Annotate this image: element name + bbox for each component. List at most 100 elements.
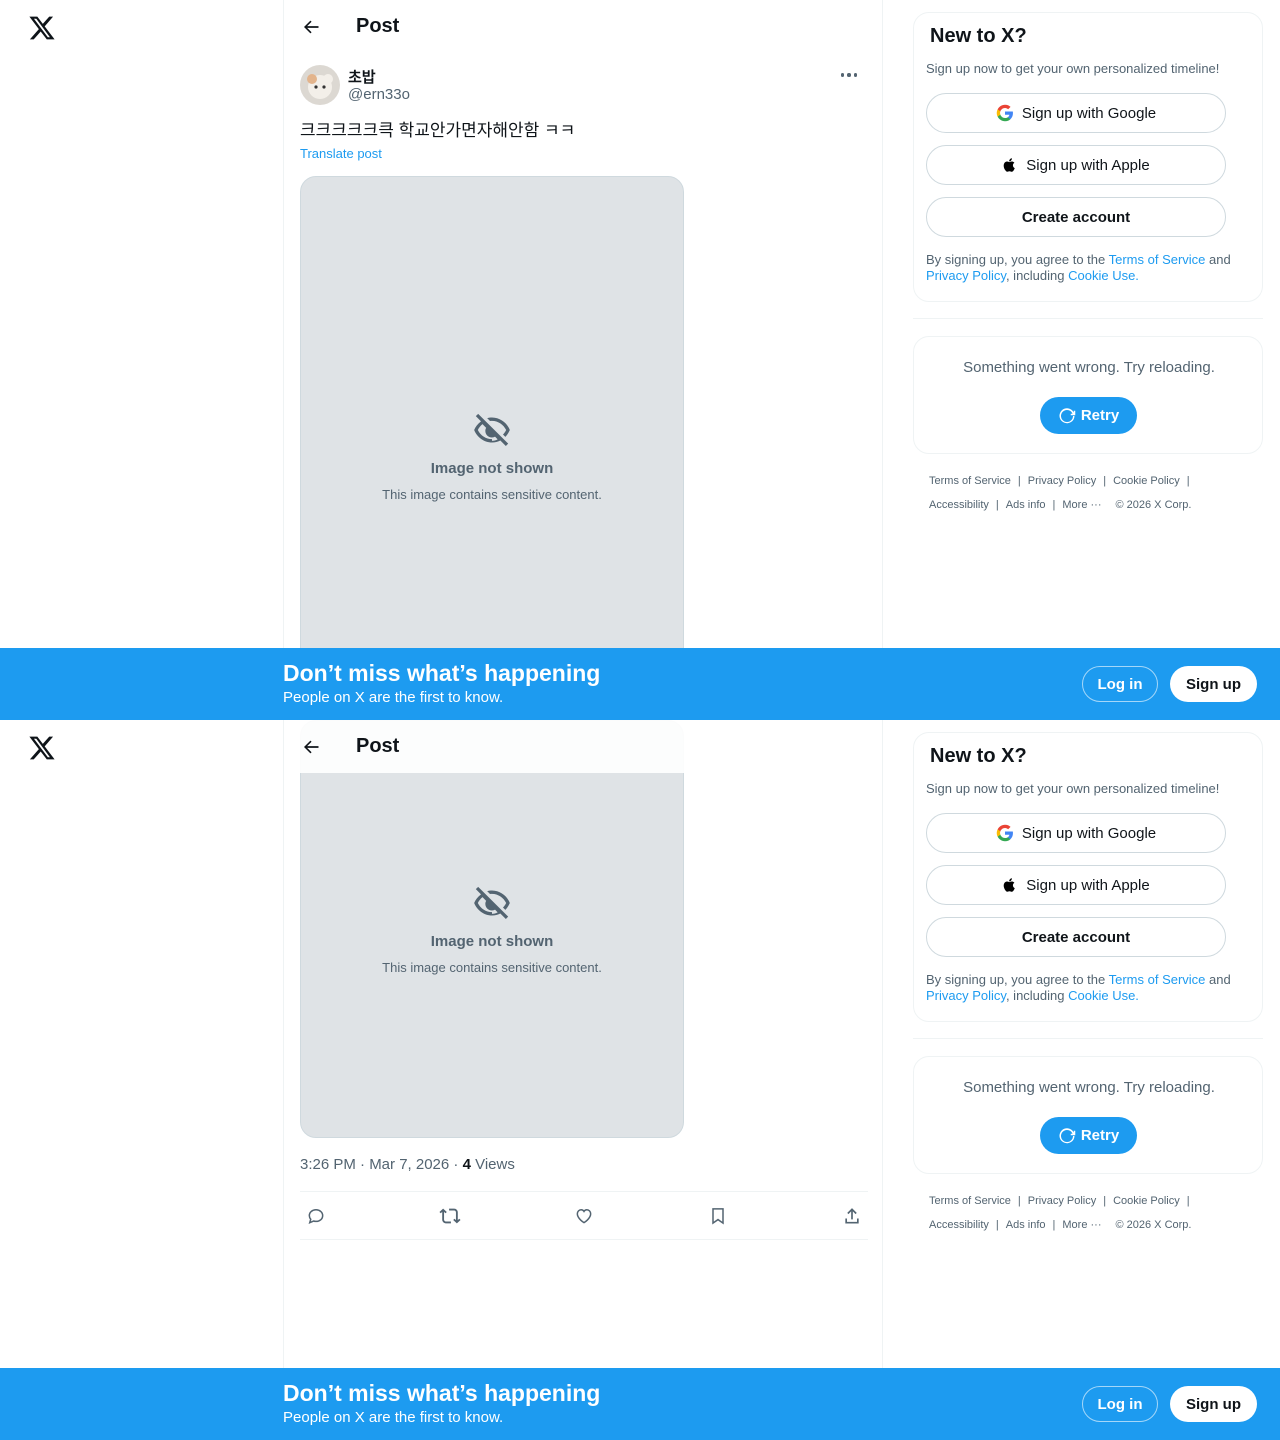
footer-copyright: © 2026 X Corp.	[1115, 1219, 1192, 1231]
signup-card: New to X? Sign up now to get your own pe…	[913, 732, 1263, 1022]
privacy-link[interactable]: Privacy Policy	[926, 988, 1006, 1003]
post-media-placeholder: Image not shown This image contains sens…	[300, 176, 684, 720]
footer-ads-link[interactable]: Ads info	[1006, 1219, 1046, 1231]
media-notice: Image not shown	[430, 933, 554, 950]
refresh-icon	[1059, 407, 1076, 423]
google-icon	[996, 104, 1013, 122]
page-title: Post	[356, 735, 400, 757]
banner-title: Don’t miss what’s happening	[283, 660, 601, 686]
footer-terms-link[interactable]: Terms of Service	[929, 475, 1011, 487]
create-account-button[interactable]: Create account	[926, 917, 1226, 957]
signup-apple-label: Sign up with Apple	[1026, 156, 1150, 174]
sidebar-divider	[913, 318, 1263, 319]
translate-post-link[interactable]: Translate post	[300, 146, 382, 161]
signup-apple-button[interactable]: Sign up with Apple	[926, 145, 1226, 185]
post-header: Post	[284, 720, 882, 773]
post-timestamp: 3:26 PM · Mar 7, 2026 · 4 Views	[300, 1156, 515, 1173]
share-icon	[845, 1207, 859, 1223]
banner-subtitle: People on X are the first to know.	[283, 1409, 504, 1426]
signup-title: New to X?	[930, 25, 1027, 47]
terms-link[interactable]: Terms of Service	[1109, 972, 1206, 987]
footer-links: Terms of Service | Privacy Policy | Cookie…	[929, 475, 1192, 511]
create-account-button[interactable]: Create account	[926, 197, 1226, 237]
signup-google-button[interactable]: Sign up with Google	[926, 813, 1226, 853]
retry-label: Retry	[1080, 1127, 1120, 1144]
media-notice-sub: This image contains sensitive content.	[382, 487, 602, 502]
arrow-left-icon	[304, 20, 319, 33]
arrow-left-icon	[304, 740, 319, 753]
signup-google-label: Sign up with Google	[1021, 824, 1157, 842]
reply-button[interactable]	[304, 1204, 328, 1228]
footer-ads-link[interactable]: Ads info	[1006, 499, 1046, 511]
author-display-name[interactable]: 초밥	[348, 66, 376, 87]
retry-label: Retry	[1080, 407, 1120, 424]
error-message: Something went wrong. Try reloading.	[963, 359, 1215, 376]
signup-apple-label: Sign up with Apple	[1026, 876, 1150, 894]
footer-more-link[interactable]: More ···	[1062, 499, 1101, 511]
login-banner: Don’t miss what’s happening People on X …	[0, 648, 1280, 720]
back-button[interactable]	[293, 729, 329, 765]
bookmark-icon	[712, 1207, 724, 1225]
media-notice: Image not shown	[430, 460, 554, 477]
signup-button[interactable]: Sign up	[1170, 666, 1257, 702]
footer-terms-link[interactable]: Terms of Service	[929, 1195, 1011, 1207]
signup-button[interactable]: Sign up	[1170, 1386, 1257, 1422]
signup-card: New to X? Sign up now to get your own pe…	[913, 12, 1263, 302]
signup-google-label: Sign up with Google	[1021, 104, 1157, 122]
signup-subtitle: Sign up now to get your own personalized…	[926, 781, 1220, 796]
banner-title: Don’t miss what’s happening	[283, 1380, 601, 1406]
signup-apple-button[interactable]: Sign up with Apple	[926, 865, 1226, 905]
cookie-link[interactable]: Cookie Use.	[1068, 988, 1139, 1003]
google-icon	[996, 824, 1013, 842]
login-button[interactable]: Log in	[1082, 1386, 1158, 1422]
banner-subtitle: People on X are the first to know.	[283, 689, 504, 706]
primary-column: Post 초밥 @ern33o 크크크크크큭 학교안가면자해안함 ㅋㅋ Tran…	[283, 0, 883, 720]
login-button[interactable]: Log in	[1082, 666, 1158, 702]
retry-button[interactable]: Retry	[1040, 1117, 1137, 1154]
error-card: Something went wrong. Try reloading. Ret…	[913, 1056, 1263, 1174]
error-card: Something went wrong. Try reloading. Ret…	[913, 336, 1263, 454]
refresh-icon	[1059, 1127, 1076, 1143]
signup-legal-text: By signing up, you agree to the Terms of…	[926, 252, 1231, 283]
reply-icon	[308, 1208, 324, 1224]
apple-icon	[1003, 878, 1016, 892]
footer-links: Terms of Service | Privacy Policy | Cookie…	[929, 1195, 1192, 1231]
views-count: 4	[462, 1156, 471, 1173]
retry-button[interactable]: Retry	[1040, 397, 1137, 434]
login-banner: Don’t miss what’s happening People on X …	[0, 1368, 1280, 1440]
bookmark-button[interactable]	[706, 1204, 730, 1228]
like-button[interactable]	[572, 1204, 596, 1228]
viewport-bottom: Post Image not shown This image contains…	[0, 720, 1280, 1440]
cookie-link[interactable]: Cookie Use.	[1068, 268, 1139, 283]
heart-icon	[576, 1208, 592, 1224]
signup-title: New to X?	[930, 745, 1027, 767]
post-text: 크크크크크큭 학교안가면자해안함 ㅋㅋ	[300, 121, 576, 140]
eye-slash-icon	[474, 886, 510, 919]
signup-legal-text: By signing up, you agree to the Terms of…	[926, 972, 1231, 1003]
eye-slash-icon	[474, 413, 510, 446]
x-logo-icon[interactable]	[28, 14, 56, 42]
signup-subtitle: Sign up now to get your own personalized…	[926, 61, 1220, 76]
footer-privacy-link[interactable]: Privacy Policy	[1028, 475, 1096, 487]
footer-accessibility-link[interactable]: Accessibility	[929, 1219, 989, 1231]
signup-google-button[interactable]: Sign up with Google	[926, 93, 1226, 133]
footer-copyright: © 2026 X Corp.	[1115, 499, 1192, 511]
repost-button[interactable]	[438, 1204, 462, 1228]
post-actions	[300, 1191, 868, 1240]
footer-more-link[interactable]: More ···	[1062, 1219, 1101, 1231]
privacy-link[interactable]: Privacy Policy	[926, 268, 1006, 283]
footer-cookie-link[interactable]: Cookie Policy	[1113, 1195, 1180, 1207]
share-button[interactable]	[840, 1204, 864, 1228]
viewport-top: Post 초밥 @ern33o 크크크크크큭 학교안가면자해안함 ㅋㅋ Tran…	[0, 0, 1280, 720]
more-options-button[interactable]	[832, 65, 866, 85]
author-handle[interactable]: @ern33o	[348, 86, 410, 103]
terms-link[interactable]: Terms of Service	[1109, 252, 1206, 267]
footer-accessibility-link[interactable]: Accessibility	[929, 499, 989, 511]
footer-privacy-link[interactable]: Privacy Policy	[1028, 1195, 1096, 1207]
avatar[interactable]	[300, 65, 340, 105]
back-button[interactable]	[293, 9, 329, 45]
footer-cookie-link[interactable]: Cookie Policy	[1113, 475, 1180, 487]
post-media-placeholder: Image not shown This image contains sens…	[300, 720, 684, 1138]
x-logo-icon[interactable]	[28, 734, 56, 762]
page-title: Post	[356, 15, 400, 37]
